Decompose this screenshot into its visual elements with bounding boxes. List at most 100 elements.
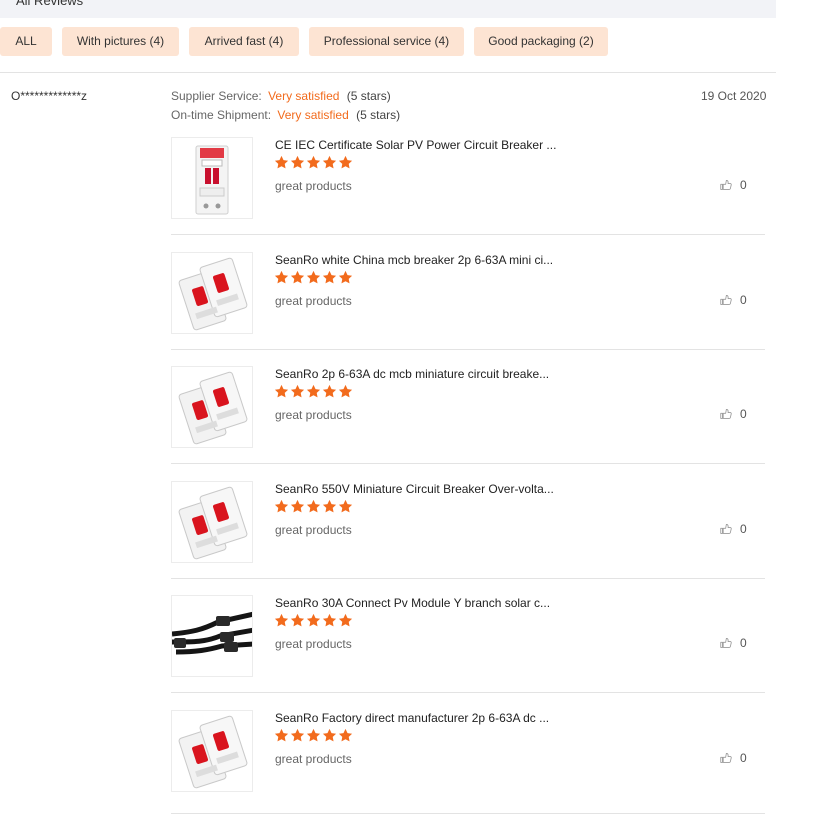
star-icon bbox=[306, 728, 321, 741]
star-icon bbox=[322, 613, 337, 627]
helpful-count: 0 bbox=[740, 750, 747, 765]
star-icon bbox=[322, 155, 337, 169]
divider bbox=[0, 72, 776, 73]
breaker-pair-icon bbox=[172, 257, 252, 333]
star-icon bbox=[274, 499, 289, 512]
star-icon bbox=[306, 613, 321, 627]
product-image[interactable] bbox=[171, 480, 253, 563]
review-item: SeanRo white China mcb breaker 2p 6-63A … bbox=[171, 251, 765, 366]
review-item: SeanRo 30A Connect Pv Module Y branch so… bbox=[171, 594, 765, 709]
divider bbox=[171, 813, 765, 814]
helpful-count: 0 bbox=[740, 292, 747, 307]
filter-arrived-fast[interactable]: Arrived fast (4) bbox=[189, 27, 299, 56]
thumbs-up-icon bbox=[720, 409, 732, 419]
product-rating bbox=[274, 499, 353, 514]
star-icon bbox=[290, 270, 305, 283]
filter-all[interactable]: ALL bbox=[0, 27, 52, 56]
product-rating bbox=[274, 728, 353, 743]
review-item: CE IEC Certificate Solar PV Power Circui… bbox=[171, 136, 765, 251]
thumbs-up-icon bbox=[720, 638, 732, 648]
star-icon bbox=[338, 499, 353, 512]
star-icon bbox=[338, 613, 353, 627]
star-icon bbox=[306, 499, 321, 512]
ontime-shipment-stars: (5 stars) bbox=[356, 108, 401, 122]
star-icon bbox=[274, 384, 289, 398]
review-comment: great products bbox=[275, 408, 352, 422]
thumbs-up-icon bbox=[720, 294, 732, 305]
divider bbox=[171, 692, 765, 693]
product-title[interactable]: CE IEC Certificate Solar PV Power Circui… bbox=[275, 138, 556, 152]
filter-good-packaging[interactable]: Good packaging (2) bbox=[474, 27, 608, 56]
star-icon bbox=[290, 499, 305, 512]
review-date: 19 Oct 2020 bbox=[701, 89, 767, 103]
supplier-service-label: Supplier Service: bbox=[171, 89, 262, 103]
star-icon bbox=[290, 613, 305, 627]
helpful-button[interactable]: 0 bbox=[719, 522, 747, 536]
divider bbox=[171, 577, 765, 579]
star-icon bbox=[290, 155, 305, 169]
ontime-shipment-label: On-time Shipment: bbox=[171, 108, 272, 122]
star-icon bbox=[322, 499, 337, 512]
filter-with-pictures[interactable]: With pictures (4) bbox=[62, 27, 179, 56]
review-comment: great products bbox=[275, 522, 352, 537]
product-title[interactable]: SeanRo 550V Miniature Circuit Breaker Ov… bbox=[275, 482, 554, 496]
product-image[interactable] bbox=[171, 709, 253, 792]
star-icon bbox=[338, 728, 353, 741]
product-rating bbox=[274, 384, 353, 399]
star-icon bbox=[274, 270, 289, 283]
star-icon bbox=[338, 384, 353, 398]
star-icon bbox=[306, 155, 321, 169]
ontime-shipment-rating: On-time Shipment: Very satisfied (5 star… bbox=[171, 108, 400, 122]
star-icon bbox=[338, 270, 353, 283]
product-image[interactable] bbox=[171, 137, 253, 219]
thumbs-up-icon bbox=[720, 752, 732, 763]
supplier-service-rating: Supplier Service: Very satisfied (5 star… bbox=[171, 89, 391, 103]
review-item: SeanRo Factory direct manufacturer 2p 6-… bbox=[171, 709, 765, 815]
helpful-count: 0 bbox=[740, 521, 747, 536]
star-icon bbox=[274, 155, 289, 169]
breaker-pair-icon bbox=[172, 715, 252, 791]
review-item: SeanRo 550V Miniature Circuit Breaker Ov… bbox=[171, 480, 765, 595]
divider bbox=[171, 463, 765, 464]
divider bbox=[171, 348, 765, 350]
breaker-pair-icon bbox=[172, 371, 252, 447]
y-branch-cable-icon bbox=[172, 611, 252, 676]
helpful-button[interactable]: 0 bbox=[719, 636, 747, 650]
product-title[interactable]: SeanRo 2p 6-63A dc mcb miniature circuit… bbox=[275, 367, 549, 381]
review-comment: great products bbox=[275, 637, 352, 651]
helpful-button[interactable]: 0 bbox=[719, 407, 747, 421]
review-comment: great products bbox=[275, 179, 352, 193]
star-icon bbox=[338, 155, 353, 169]
star-icon bbox=[274, 728, 289, 741]
filter-professional-service[interactable]: Professional service (4) bbox=[309, 27, 464, 56]
star-icon bbox=[306, 384, 321, 398]
helpful-button[interactable]: 0 bbox=[719, 293, 747, 307]
product-rating bbox=[274, 613, 353, 628]
reviewer-name: O*************z bbox=[11, 89, 88, 103]
helpful-count: 0 bbox=[740, 407, 747, 421]
star-icon bbox=[274, 613, 289, 627]
breaker-single-icon bbox=[172, 145, 252, 218]
reviews-title: All Reviews bbox=[16, 0, 84, 8]
ontime-shipment-value: Very satisfied bbox=[277, 108, 349, 122]
product-image[interactable] bbox=[171, 251, 253, 334]
review-comment: great products bbox=[275, 751, 352, 766]
star-icon bbox=[290, 728, 305, 741]
reviews-header: All Reviews bbox=[0, 0, 776, 18]
review-comment: great products bbox=[275, 293, 352, 308]
review-item: SeanRo 2p 6-63A dc mcb miniature circuit… bbox=[171, 365, 765, 480]
product-title[interactable]: SeanRo 30A Connect Pv Module Y branch so… bbox=[275, 596, 550, 610]
supplier-service-stars: (5 stars) bbox=[346, 89, 391, 103]
product-title[interactable]: SeanRo white China mcb breaker 2p 6-63A … bbox=[275, 253, 553, 267]
star-icon bbox=[322, 384, 337, 398]
divider bbox=[171, 234, 765, 235]
helpful-button[interactable]: 0 bbox=[719, 178, 747, 192]
star-icon bbox=[322, 728, 337, 741]
helpful-button[interactable]: 0 bbox=[719, 751, 747, 765]
product-title[interactable]: SeanRo Factory direct manufacturer 2p 6-… bbox=[275, 711, 549, 725]
supplier-service-value: Very satisfied bbox=[268, 89, 340, 103]
thumbs-up-icon bbox=[720, 180, 732, 190]
star-icon bbox=[290, 384, 305, 398]
product-image[interactable] bbox=[171, 595, 253, 677]
product-image[interactable] bbox=[171, 366, 253, 448]
